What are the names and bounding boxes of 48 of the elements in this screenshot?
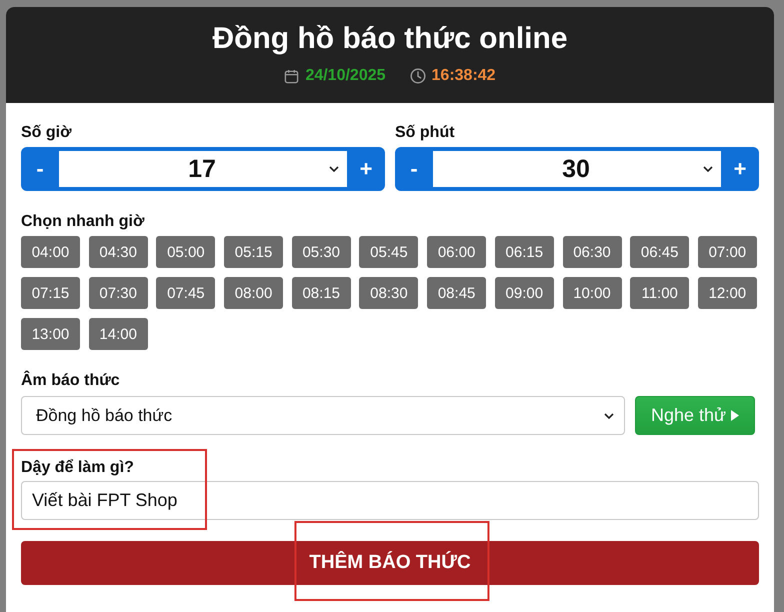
field-label: Số phút (395, 123, 455, 142)
quick-time-button[interactable]: 14:00 (88, 318, 148, 350)
quick-time-button[interactable]: 10:00 (562, 277, 622, 309)
page-title: Đồng hồ báo thức online (211, 21, 569, 57)
quick-time-button[interactable]: 13:00 (21, 318, 80, 350)
quick-time-button[interactable]: 08:30 (359, 277, 418, 309)
time-select[interactable]: 30 (433, 147, 721, 191)
increment-button[interactable]: + (721, 147, 759, 191)
current-date: 24/10/2025 (305, 66, 386, 86)
quick-time-button[interactable]: 06:30 (562, 236, 622, 268)
calendar-icon (284, 68, 300, 84)
chevron-down-icon (329, 166, 339, 172)
quick-time-button[interactable]: 05:15 (224, 236, 284, 268)
quick-time-button[interactable]: 07:00 (698, 236, 757, 268)
quick-time-button[interactable]: 06:45 (630, 236, 690, 268)
quick-time-button[interactable]: 07:45 (156, 277, 216, 309)
quick-time-button[interactable]: 12:00 (698, 277, 757, 309)
quick-time-button[interactable]: 06:15 (494, 236, 554, 268)
sound-label: Âm báo thức (21, 371, 120, 390)
clock-icon (410, 68, 426, 84)
quick-time-button[interactable]: 09:00 (494, 277, 554, 309)
sound-select[interactable]: Đồng hồ báo thức (21, 396, 625, 435)
decrement-button[interactable]: - (395, 147, 433, 191)
quick-time-button[interactable]: 04:30 (88, 236, 148, 268)
purpose-label: Dậy để làm gì? (21, 458, 134, 477)
quick-time-button[interactable]: 05:45 (359, 236, 418, 268)
quick-time-button[interactable]: 08:45 (427, 277, 486, 309)
decrement-button[interactable]: - (21, 147, 59, 191)
quick-time-button[interactable]: 07:15 (21, 277, 80, 309)
field-label: Số giờ (21, 123, 72, 142)
preview-sound-button[interactable]: Nghe thử (635, 396, 755, 435)
chevron-down-icon (703, 166, 713, 172)
purpose-input[interactable]: Viết bài FPT Shop (21, 481, 759, 520)
quick-time-button[interactable]: 08:00 (224, 277, 284, 309)
quick-time-button[interactable]: 04:00 (21, 236, 80, 268)
chevron-down-icon (604, 412, 614, 418)
play-icon (731, 410, 740, 421)
quick-time-label: Chọn nhanh giờ (21, 212, 144, 231)
quick-time-button[interactable]: 08:15 (292, 277, 351, 309)
quick-time-button[interactable]: 11:00 (630, 277, 690, 309)
time-select[interactable]: 17 (59, 147, 347, 191)
current-time: 16:38:42 (432, 66, 496, 86)
quick-time-button[interactable]: 05:00 (156, 236, 216, 268)
quick-time-button[interactable]: 06:00 (427, 236, 486, 268)
quick-time-button[interactable]: 07:30 (88, 277, 148, 309)
add-alarm-button[interactable]: THÊM BÁO THỨC (21, 541, 759, 585)
quick-time-button[interactable]: 05:30 (292, 236, 351, 268)
increment-button[interactable]: + (347, 147, 385, 191)
